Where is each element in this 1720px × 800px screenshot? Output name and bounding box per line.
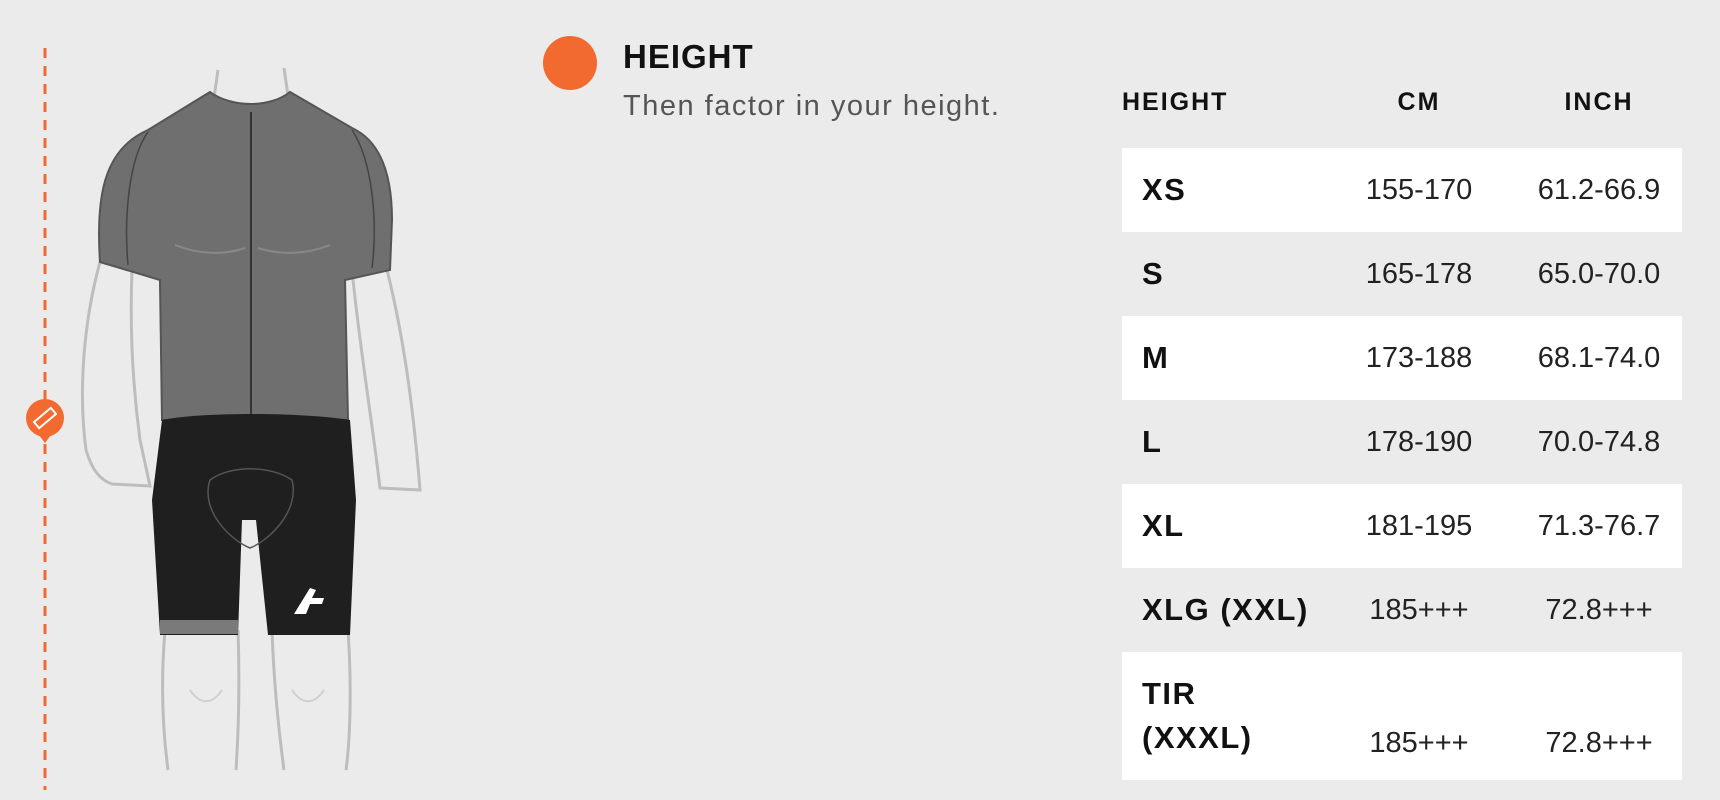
cm-value: 155-170	[1365, 173, 1473, 206]
cyclist-figure-illustration	[0, 0, 520, 800]
size-label: L	[1142, 424, 1163, 459]
table-body: XS 155-170 61.2-66.9 S 165-178 65.0-70.0…	[1122, 148, 1682, 780]
size-label: M	[1142, 340, 1170, 375]
table-row: XLG (XXL) 185+++ 72.8+++	[1122, 568, 1682, 652]
cm-value: 181-195	[1365, 509, 1473, 542]
size-label: S	[1142, 256, 1165, 291]
table-row: L 178-190 70.0-74.8	[1122, 400, 1682, 484]
cm-value: 178-190	[1365, 425, 1473, 458]
inch-value: 72.8+++	[1545, 593, 1653, 626]
table-row: S 165-178 65.0-70.0	[1122, 232, 1682, 316]
height-size-table: HEIGHT CM INCH XS 155-170 61.2-66.9 S 16…	[1122, 64, 1682, 780]
header-cm: CM	[1397, 87, 1441, 116]
inch-value: 71.3-76.7	[1537, 509, 1661, 542]
cyclist-figure	[26, 48, 422, 790]
header-height: HEIGHT	[1122, 87, 1229, 116]
cm-value: 185+++	[1369, 593, 1469, 626]
inch-value: 70.0-74.8	[1537, 425, 1661, 458]
table-row: XL 181-195 71.3-76.7	[1122, 484, 1682, 568]
section-title: HEIGHT	[623, 38, 754, 75]
size-label: TIR (XXXL)	[1142, 676, 1253, 755]
cm-value: 185+++	[1369, 727, 1469, 759]
table-header: HEIGHT CM INCH	[1122, 64, 1682, 140]
inch-value: 65.0-70.0	[1537, 257, 1661, 290]
inch-value: 61.2-66.9	[1537, 173, 1661, 206]
size-label: XLG (XXL)	[1142, 592, 1309, 627]
size-label: XS	[1142, 172, 1187, 207]
inch-value: 68.1-74.0	[1537, 341, 1661, 374]
section-subtitle: Then factor in your height.	[623, 90, 1001, 122]
bib-shorts	[152, 414, 356, 635]
cm-value: 165-178	[1365, 257, 1473, 290]
cm-value: 173-188	[1365, 341, 1473, 374]
table-row: TIR (XXXL) 185+++ 72.8+++	[1122, 652, 1682, 780]
height-indicator-dot	[543, 36, 597, 90]
size-label: XL	[1142, 508, 1185, 543]
inch-value: 72.8+++	[1545, 727, 1653, 759]
ruler-icon	[26, 399, 64, 443]
table-row: XS 155-170 61.2-66.9	[1122, 148, 1682, 232]
table-row: M 173-188 68.1-74.0	[1122, 316, 1682, 400]
header-inch: INCH	[1564, 87, 1634, 116]
